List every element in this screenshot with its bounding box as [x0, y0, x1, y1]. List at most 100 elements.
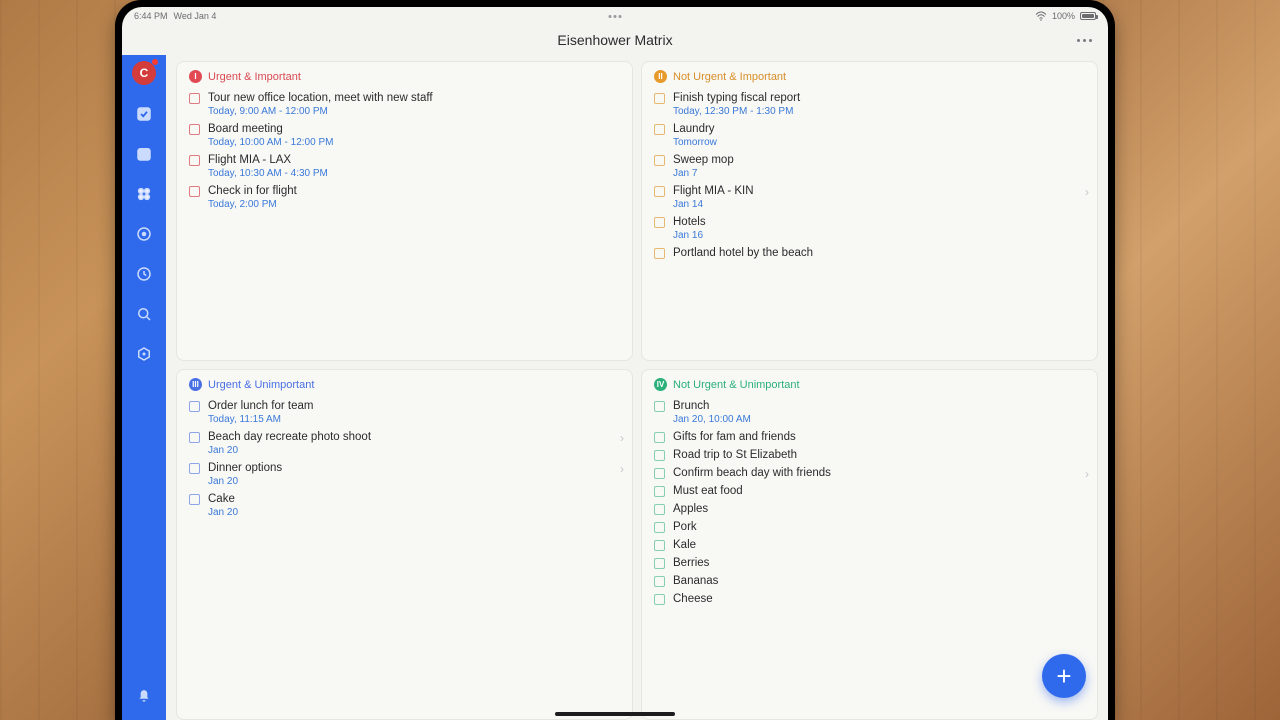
checkbox[interactable] [189, 463, 200, 474]
task-item[interactable]: Beach day recreate photo shoot Jan 20 › [189, 428, 620, 459]
quadrant-urgent-unimportant: IIIUrgent & Unimportant Order lunch for … [176, 369, 633, 720]
checkbox[interactable] [654, 558, 665, 569]
quadrant-badge: I [189, 70, 202, 83]
quadrant-badge: II [654, 70, 667, 83]
checkbox[interactable] [189, 432, 200, 443]
checkbox[interactable] [189, 401, 200, 412]
sidebar: C 4 [122, 55, 166, 720]
task-meta: Jan 20 [208, 476, 282, 487]
matrix-grid: IUrgent & Important Tour new office loca… [166, 55, 1108, 720]
home-indicator[interactable] [555, 712, 675, 716]
task-item[interactable]: Laundry Tomorrow [654, 120, 1085, 151]
checkbox[interactable] [654, 486, 665, 497]
task-title: Cake [208, 493, 238, 505]
checkbox[interactable] [654, 217, 665, 228]
task-meta: Tomorrow [673, 137, 717, 148]
task-meta: Jan 20 [208, 507, 238, 518]
task-item[interactable]: Sweep mop Jan 7 [654, 151, 1085, 182]
task-title: Portland hotel by the beach [673, 247, 813, 259]
checkbox[interactable] [189, 494, 200, 505]
task-title: Brunch [673, 400, 751, 412]
quadrant-label: Not Urgent & Important [673, 71, 786, 83]
checkbox[interactable] [189, 155, 200, 166]
task-item[interactable]: Order lunch for team Today, 11:15 AM [189, 397, 620, 428]
task-title: Tour new office location, meet with new … [208, 92, 433, 104]
checkbox[interactable] [189, 93, 200, 104]
multitask-dots-icon[interactable] [609, 15, 622, 18]
more-options-icon[interactable] [1077, 39, 1092, 42]
checkbox[interactable] [654, 93, 665, 104]
checkbox[interactable] [189, 186, 200, 197]
task-item[interactable]: Road trip to St Elizabeth [654, 446, 1085, 464]
task-item[interactable]: Apples [654, 500, 1085, 518]
task-item[interactable]: Must eat food [654, 482, 1085, 500]
task-item[interactable]: Tour new office location, meet with new … [189, 89, 620, 120]
task-title: Confirm beach day with friends [673, 467, 831, 479]
calendar-icon[interactable]: 4 [133, 143, 155, 165]
task-item[interactable]: Flight MIA - KIN Jan 14 › [654, 182, 1085, 213]
task-item[interactable]: Hotels Jan 16 [654, 213, 1085, 244]
checkbox[interactable] [654, 248, 665, 259]
task-meta: Today, 10:30 AM - 4:30 PM [208, 168, 328, 179]
checkbox[interactable] [654, 468, 665, 479]
task-item[interactable]: Confirm beach day with friends › [654, 464, 1085, 482]
quadrant-urgent-important: IUrgent & Important Tour new office loca… [176, 61, 633, 361]
checkbox[interactable] [654, 401, 665, 412]
task-item[interactable]: Board meeting Today, 10:00 AM - 12:00 PM [189, 120, 620, 151]
task-item[interactable]: Finish typing fiscal report Today, 12:30… [654, 89, 1085, 120]
quadrant-not-urgent-unimportant: IVNot Urgent & Unimportant Brunch Jan 20… [641, 369, 1098, 720]
checkbox[interactable] [654, 186, 665, 197]
checkbox[interactable] [654, 504, 665, 515]
task-item[interactable]: Portland hotel by the beach [654, 244, 1085, 262]
status-date: Wed Jan 4 [174, 11, 217, 21]
task-item[interactable]: Berries [654, 554, 1085, 572]
inbox-icon[interactable] [133, 103, 155, 125]
notifications-icon[interactable] [133, 684, 155, 706]
task-title: Flight MIA - LAX [208, 154, 328, 166]
task-item[interactable]: Brunch Jan 20, 10:00 AM [654, 397, 1085, 428]
checkbox[interactable] [654, 450, 665, 461]
task-title: Finish typing fiscal report [673, 92, 800, 104]
status-time: 6:44 PM [134, 11, 168, 21]
task-item[interactable]: Check in for flight Today, 2:00 PM [189, 182, 620, 213]
status-bar: 6:44 PM Wed Jan 4 100% [122, 7, 1108, 25]
task-title: Pork [673, 521, 697, 533]
task-title: Beach day recreate photo shoot [208, 431, 371, 443]
task-item[interactable]: Pork [654, 518, 1085, 536]
task-meta: Today, 10:00 AM - 12:00 PM [208, 137, 333, 148]
checkbox[interactable] [654, 522, 665, 533]
checkbox[interactable] [654, 540, 665, 551]
target-icon[interactable] [133, 223, 155, 245]
task-item[interactable]: Cheese [654, 590, 1085, 608]
chevron-right-icon: › [1085, 467, 1089, 481]
add-task-button[interactable]: + [1042, 654, 1086, 698]
task-meta: Jan 20 [208, 445, 371, 456]
task-title: Check in for flight [208, 185, 297, 197]
checkbox[interactable] [654, 124, 665, 135]
chevron-right-icon: › [1085, 185, 1089, 199]
task-item[interactable]: Bananas [654, 572, 1085, 590]
checkbox[interactable] [189, 124, 200, 135]
task-title: Bananas [673, 575, 718, 587]
checkbox[interactable] [654, 432, 665, 443]
search-icon[interactable] [133, 303, 155, 325]
checkbox[interactable] [654, 155, 665, 166]
task-title: Order lunch for team [208, 400, 313, 412]
task-item[interactable]: Cake Jan 20 [189, 490, 620, 521]
task-item[interactable]: Dinner options Jan 20 › [189, 459, 620, 490]
clock-icon[interactable] [133, 263, 155, 285]
title-bar: Eisenhower Matrix [122, 25, 1108, 55]
avatar[interactable]: C [132, 61, 156, 85]
settings-icon[interactable] [133, 343, 155, 365]
quadrant-badge: IV [654, 378, 667, 391]
matrix-icon[interactable] [133, 183, 155, 205]
task-item[interactable]: Kale [654, 536, 1085, 554]
task-title: Cheese [673, 593, 713, 605]
checkbox[interactable] [654, 594, 665, 605]
chevron-right-icon: › [620, 462, 624, 476]
task-item[interactable]: Gifts for fam and friends [654, 428, 1085, 446]
task-item[interactable]: Flight MIA - LAX Today, 10:30 AM - 4:30 … [189, 151, 620, 182]
task-title: Sweep mop [673, 154, 734, 166]
quadrant-header: IVNot Urgent & Unimportant [654, 378, 1085, 391]
checkbox[interactable] [654, 576, 665, 587]
